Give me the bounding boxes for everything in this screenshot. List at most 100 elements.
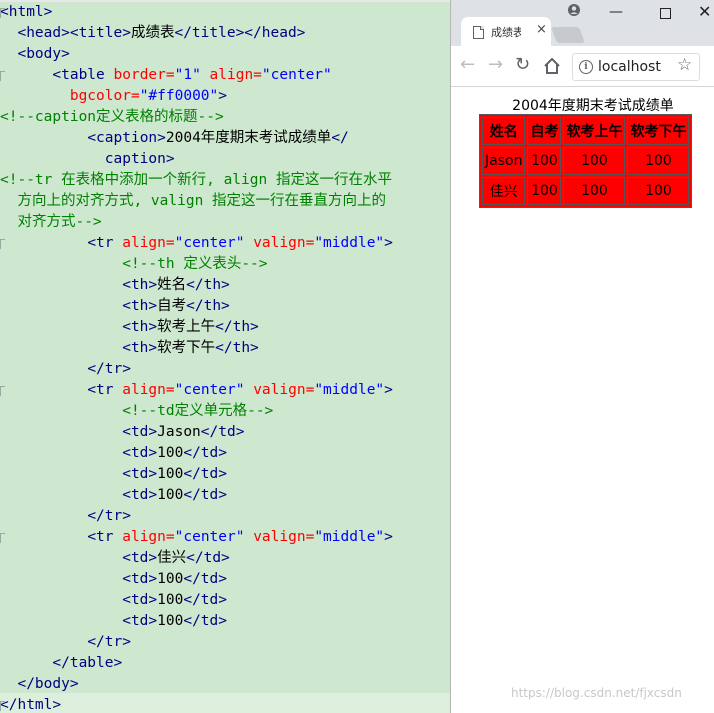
fold-marker-icon[interactable] bbox=[0, 8, 5, 18]
code-token-txt: 100 bbox=[157, 487, 184, 503]
code-line[interactable]: <th>姓名</th> bbox=[0, 275, 450, 296]
code-line[interactable]: </table> bbox=[0, 653, 450, 674]
code-line[interactable]: caption> bbox=[0, 149, 450, 170]
info-icon[interactable]: i bbox=[579, 60, 593, 74]
code-area[interactable]: <html> <head><title>成绩表</title></head> <… bbox=[0, 2, 450, 713]
watermark: https://blog.csdn.net/fjxcsdn bbox=[511, 686, 682, 700]
code-token-attr: bgcolor= bbox=[69, 88, 140, 104]
back-arrow-icon[interactable]: ← bbox=[460, 54, 475, 75]
code-token-tag: <head><title> bbox=[17, 25, 131, 41]
code-line[interactable]: </html> bbox=[0, 695, 450, 713]
code-line[interactable]: <tr align="center" valign="middle"> bbox=[0, 233, 450, 254]
code-line[interactable]: <th>软考上午</th> bbox=[0, 317, 450, 338]
code-line[interactable]: <tr align="center" valign="middle"> bbox=[0, 527, 450, 548]
code-token-txt: 姓名 bbox=[157, 277, 187, 293]
code-token-cmt: <!--tr 在表格中添加一个新行, align 指定这一行在水平 bbox=[0, 172, 392, 188]
minimize-icon[interactable]: — bbox=[609, 4, 623, 20]
table-cell: 100 bbox=[563, 147, 626, 175]
code-line[interactable]: <!--th 定义表头--> bbox=[0, 254, 450, 275]
browser-tab[interactable]: 成绩表 × bbox=[461, 17, 551, 49]
code-token-tag: <td> bbox=[122, 466, 158, 482]
code-line[interactable]: <th>自考</th> bbox=[0, 296, 450, 317]
code-token-val: "middle" bbox=[314, 382, 385, 398]
fold-marker-icon[interactable] bbox=[0, 71, 5, 81]
code-line[interactable]: bgcolor="#ff0000"> bbox=[0, 86, 450, 107]
code-token-tag: <tr bbox=[87, 382, 123, 398]
code-token-tag: </table> bbox=[52, 655, 123, 671]
code-line[interactable]: <td>Jason</td> bbox=[0, 422, 450, 443]
code-token-tag: <body> bbox=[17, 46, 70, 62]
code-line[interactable]: <td>佳兴</td> bbox=[0, 548, 450, 569]
code-line[interactable]: <caption>2004年度期末考试成绩单</ bbox=[0, 128, 450, 149]
code-line[interactable]: <table border="1" align="center" bbox=[0, 65, 450, 86]
address-bar[interactable]: i localhost ☆ bbox=[572, 53, 700, 81]
table-header-cell: 自考 bbox=[527, 117, 562, 145]
code-line[interactable]: <!--tr 在表格中添加一个新行, align 指定这一行在水平 bbox=[0, 170, 450, 191]
code-line[interactable]: </body> bbox=[0, 674, 450, 695]
code-line[interactable]: <!--caption定义表格的标题--> bbox=[0, 107, 450, 128]
code-line[interactable]: <td>100</td> bbox=[0, 464, 450, 485]
maximize-icon[interactable] bbox=[660, 8, 671, 19]
home-icon[interactable] bbox=[543, 57, 561, 75]
fold-marker-icon[interactable] bbox=[0, 533, 5, 543]
code-line[interactable]: <html> bbox=[0, 2, 450, 23]
user-account-icon[interactable] bbox=[566, 2, 582, 18]
code-token-tag: </td> bbox=[183, 445, 227, 461]
code-token-tag: </td> bbox=[200, 424, 245, 440]
close-window-icon[interactable]: ✕ bbox=[698, 2, 711, 21]
fold-marker-icon[interactable] bbox=[0, 701, 5, 711]
code-token-tag: <caption> bbox=[87, 130, 166, 146]
code-token-cmt: <!--caption定义表格的标题--> bbox=[0, 109, 224, 125]
code-line[interactable]: </tr> bbox=[0, 359, 450, 380]
code-line[interactable]: <td>100</td> bbox=[0, 590, 450, 611]
code-editor[interactable]: <html> <head><title>成绩表</title></head> <… bbox=[0, 0, 450, 713]
fold-marker-icon[interactable] bbox=[0, 239, 5, 249]
code-token-attr: border= bbox=[113, 67, 175, 83]
new-tab-button[interactable] bbox=[551, 27, 585, 43]
code-line[interactable]: <th>软考下午</th> bbox=[0, 338, 450, 359]
close-tab-icon[interactable]: × bbox=[536, 22, 547, 37]
code-line[interactable]: <head><title>成绩表</title></head> bbox=[0, 23, 450, 44]
code-line[interactable]: 方向上的对齐方式, valign 指定这一行在垂直方向上的 bbox=[0, 191, 450, 212]
code-token-tag: </th> bbox=[186, 298, 230, 314]
code-token-tag: <td> bbox=[122, 550, 158, 566]
code-line[interactable]: <!--td定义单元格--> bbox=[0, 401, 450, 422]
code-line[interactable]: 对齐方式--> bbox=[0, 212, 450, 233]
reload-icon[interactable]: ↻ bbox=[515, 54, 530, 75]
code-line[interactable]: </tr> bbox=[0, 632, 450, 653]
bookmark-star-icon[interactable]: ☆ bbox=[677, 55, 692, 75]
code-token-tag: <tr bbox=[87, 235, 123, 251]
code-line[interactable]: <tr align="center" valign="middle"> bbox=[0, 380, 450, 401]
fold-marker-icon[interactable] bbox=[0, 386, 5, 396]
code-line[interactable]: <td>100</td> bbox=[0, 611, 450, 632]
code-token-tag: <tr bbox=[87, 529, 123, 545]
code-line[interactable]: <td>100</td> bbox=[0, 485, 450, 506]
code-token-tag: </tr> bbox=[87, 508, 131, 524]
code-line[interactable]: <td>100</td> bbox=[0, 569, 450, 590]
code-line[interactable]: </tr> bbox=[0, 506, 450, 527]
url-text: localhost bbox=[598, 59, 661, 75]
code-line[interactable]: <body> bbox=[0, 44, 450, 65]
code-token-tag: <td> bbox=[122, 592, 158, 608]
code-token-attr: valign= bbox=[253, 529, 315, 545]
code-token-tag: > bbox=[218, 88, 227, 104]
code-token-cmt: 方向上的对齐方式, valign 指定这一行在垂直方向上的 bbox=[17, 193, 387, 209]
code-token-tag: </th> bbox=[215, 340, 259, 356]
forward-arrow-icon[interactable]: → bbox=[488, 54, 503, 75]
page-content: 2004年度期末考试成绩单 姓名 自考 软考上午 软考下午 Jason 100 100 10… bbox=[451, 88, 714, 713]
code-token-tag: <td> bbox=[122, 571, 158, 587]
code-token-attr: align= bbox=[122, 235, 175, 251]
code-line[interactable]: <td>100</td> bbox=[0, 443, 450, 464]
table-cell: 佳兴 bbox=[482, 177, 526, 205]
